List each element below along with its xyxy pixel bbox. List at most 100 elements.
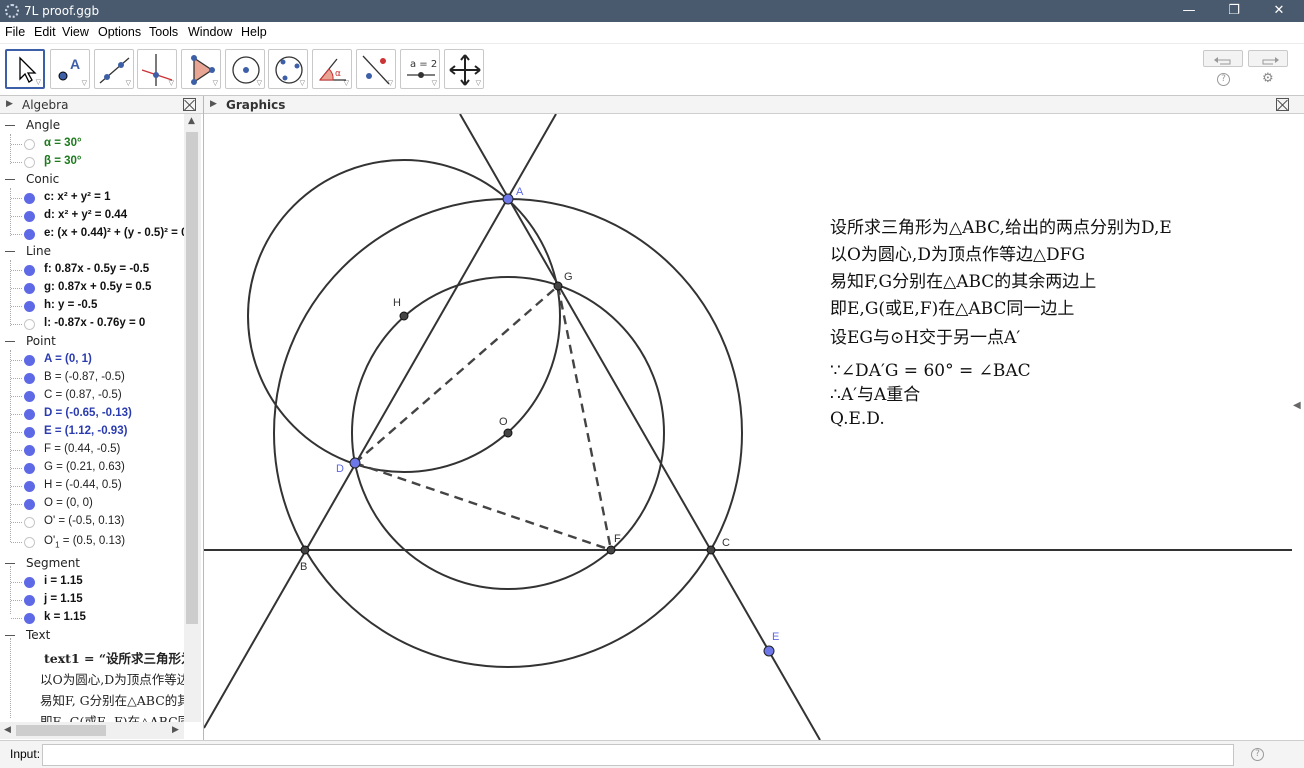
gear-icon[interactable]: ⚙ bbox=[1262, 71, 1274, 86]
visibility-toggle[interactable] bbox=[24, 193, 35, 204]
category-segment[interactable]: Segment bbox=[0, 555, 184, 573]
graphics-title: Graphics bbox=[226, 98, 286, 112]
move-tool-button[interactable]: ▽ bbox=[5, 49, 45, 89]
category-point[interactable]: Point bbox=[0, 333, 184, 351]
category-conic[interactable]: Conic bbox=[0, 171, 184, 189]
list-item[interactable]: D = (-0.65, -0.13) bbox=[0, 405, 184, 423]
list-item[interactable]: E = (1.12, -0.93) bbox=[0, 423, 184, 441]
undo-button[interactable] bbox=[1203, 50, 1243, 67]
visibility-toggle[interactable] bbox=[24, 139, 35, 150]
point-h bbox=[399, 311, 409, 321]
visibility-toggle[interactable] bbox=[24, 301, 35, 312]
list-item[interactable]: d: x² + y² = 0.44 bbox=[0, 207, 184, 225]
close-algebra-icon[interactable] bbox=[183, 98, 196, 111]
visibility-toggle[interactable] bbox=[24, 229, 35, 240]
visibility-toggle[interactable] bbox=[24, 283, 35, 294]
list-item[interactable]: 易知F, G分别在△ABC的其余两边上 bbox=[0, 688, 184, 708]
visibility-toggle[interactable] bbox=[24, 481, 35, 492]
list-item[interactable]: 即E, G(或E, F)在△ABC同一边上 bbox=[0, 709, 184, 722]
visibility-toggle[interactable] bbox=[24, 319, 35, 330]
list-item[interactable]: g: 0.87x + 0.5y = 0.5 bbox=[0, 279, 184, 297]
expand-sidebar-icon[interactable]: ◀ bbox=[1293, 400, 1301, 411]
list-item[interactable]: B = (-0.87, -0.5) bbox=[0, 369, 184, 387]
menu-tools[interactable]: Tools bbox=[149, 25, 178, 39]
list-item[interactable]: h: y = -0.5 bbox=[0, 297, 184, 315]
angle-tool-button[interactable]: α ▽ bbox=[312, 49, 352, 89]
visibility-toggle[interactable] bbox=[24, 613, 35, 624]
visibility-toggle[interactable] bbox=[24, 157, 35, 168]
visibility-toggle[interactable] bbox=[24, 537, 35, 548]
close-graphics-icon[interactable] bbox=[1276, 98, 1289, 111]
category-line[interactable]: Line bbox=[0, 243, 184, 261]
maximize-button[interactable]: ❐ bbox=[1211, 0, 1257, 22]
minimize-button[interactable]: — bbox=[1166, 0, 1212, 22]
list-item[interactable]: O = (0, 0) bbox=[0, 495, 184, 513]
list-item[interactable]: text1 = “设所求三角形为△ABC,给出的两点分别为D,E bbox=[0, 646, 184, 666]
segment-gf bbox=[556, 285, 613, 551]
visibility-toggle[interactable] bbox=[24, 595, 35, 606]
point-b bbox=[300, 545, 310, 555]
list-item[interactable]: e: (x + 0.44)² + (y - 0.5)² = 0.44 bbox=[0, 225, 184, 243]
visibility-toggle[interactable] bbox=[24, 427, 35, 438]
list-item[interactable]: 以O为圆心,D为顶点作等边△DFG bbox=[0, 667, 184, 687]
visibility-toggle[interactable] bbox=[24, 517, 35, 528]
visibility-toggle[interactable] bbox=[24, 355, 35, 366]
list-item[interactable]: F = (0.44, -0.5) bbox=[0, 441, 184, 459]
list-item[interactable]: O'1 = (0.5, 0.13) bbox=[0, 533, 184, 551]
category-angle[interactable]: Angle bbox=[0, 117, 184, 135]
input-help-icon[interactable]: ? bbox=[1251, 748, 1264, 761]
list-item[interactable]: α = 30° bbox=[0, 135, 184, 153]
visibility-toggle[interactable] bbox=[24, 577, 35, 588]
list-item[interactable]: C = (0.87, -0.5) bbox=[0, 387, 184, 405]
perpendicular-tool-button[interactable]: ▽ bbox=[137, 49, 177, 89]
list-item[interactable]: k = 1.15 bbox=[0, 609, 184, 627]
visibility-toggle[interactable] bbox=[24, 463, 35, 474]
menu-file[interactable]: File bbox=[5, 25, 25, 39]
close-button[interactable]: ✕ bbox=[1256, 0, 1302, 22]
list-item[interactable]: c: x² + y² = 1 bbox=[0, 189, 184, 207]
list-item[interactable]: G = (0.21, 0.63) bbox=[0, 459, 184, 477]
visibility-toggle[interactable] bbox=[24, 445, 35, 456]
circle-center-tool-button[interactable]: ▽ bbox=[225, 49, 265, 89]
line-tool-button[interactable]: ▽ bbox=[94, 49, 134, 89]
list-item[interactable]: β = 30° bbox=[0, 153, 184, 171]
list-item[interactable]: H = (-0.44, 0.5) bbox=[0, 477, 184, 495]
slider-tool-button[interactable]: a = 2 ▽ bbox=[400, 49, 440, 89]
move-graphics-tool-button[interactable]: ▽ bbox=[444, 49, 484, 89]
proof-line-3: 易知F,G分别在△ABC的其余两边上 bbox=[830, 272, 1096, 292]
help-icon[interactable]: ? bbox=[1217, 73, 1230, 86]
point-tool-button[interactable]: A ▽ bbox=[50, 49, 90, 89]
menu-window[interactable]: Window bbox=[188, 25, 232, 39]
list-item[interactable]: i = 1.15 bbox=[0, 573, 184, 591]
graphics-canvas[interactable]: A B C D E F G H O 设所求三角形为△ABC,给出的两点分别为D,… bbox=[204, 114, 1292, 740]
label-c: C bbox=[722, 537, 730, 549]
reflect-tool-button[interactable]: ▽ bbox=[356, 49, 396, 89]
list-item[interactable]: l: -0.87x - 0.76y = 0 bbox=[0, 315, 184, 333]
scroll-thumb[interactable] bbox=[186, 132, 198, 624]
list-item[interactable]: A = (0, 1) bbox=[0, 351, 184, 369]
menu-options[interactable]: Options bbox=[98, 25, 141, 39]
scroll-thumb[interactable] bbox=[16, 725, 106, 736]
visibility-toggle[interactable] bbox=[24, 211, 35, 222]
redo-button[interactable] bbox=[1248, 50, 1288, 67]
visibility-toggle[interactable] bbox=[24, 373, 35, 384]
collapse-arrow-icon[interactable]: ▶ bbox=[210, 99, 217, 109]
category-text[interactable]: Text bbox=[0, 627, 184, 645]
visibility-toggle[interactable] bbox=[24, 409, 35, 420]
collapse-arrow-icon[interactable]: ▶ bbox=[6, 99, 13, 109]
circle-three-points-tool-button[interactable]: ▽ bbox=[268, 49, 308, 89]
menu-view[interactable]: View bbox=[62, 25, 89, 39]
list-item[interactable]: f: 0.87x - 0.5y = -0.5 bbox=[0, 261, 184, 279]
list-item[interactable]: O' = (-0.5, 0.13) bbox=[0, 513, 184, 531]
polygon-tool-button[interactable]: ▽ bbox=[181, 49, 221, 89]
visibility-toggle[interactable] bbox=[24, 499, 35, 510]
algebra-vertical-scrollbar[interactable]: ▲ bbox=[184, 114, 201, 722]
graphics-view: ▶ Graphics A B C D E F G H O 设所求三角形为△ABC… bbox=[204, 96, 1304, 740]
list-item[interactable]: j = 1.15 bbox=[0, 591, 184, 609]
visibility-toggle[interactable] bbox=[24, 391, 35, 402]
input-field[interactable] bbox=[42, 744, 1234, 766]
algebra-horizontal-scrollbar[interactable]: ◀ ▶ bbox=[0, 722, 184, 739]
menu-edit[interactable]: Edit bbox=[34, 25, 56, 39]
menu-help[interactable]: Help bbox=[241, 25, 267, 39]
visibility-toggle[interactable] bbox=[24, 265, 35, 276]
